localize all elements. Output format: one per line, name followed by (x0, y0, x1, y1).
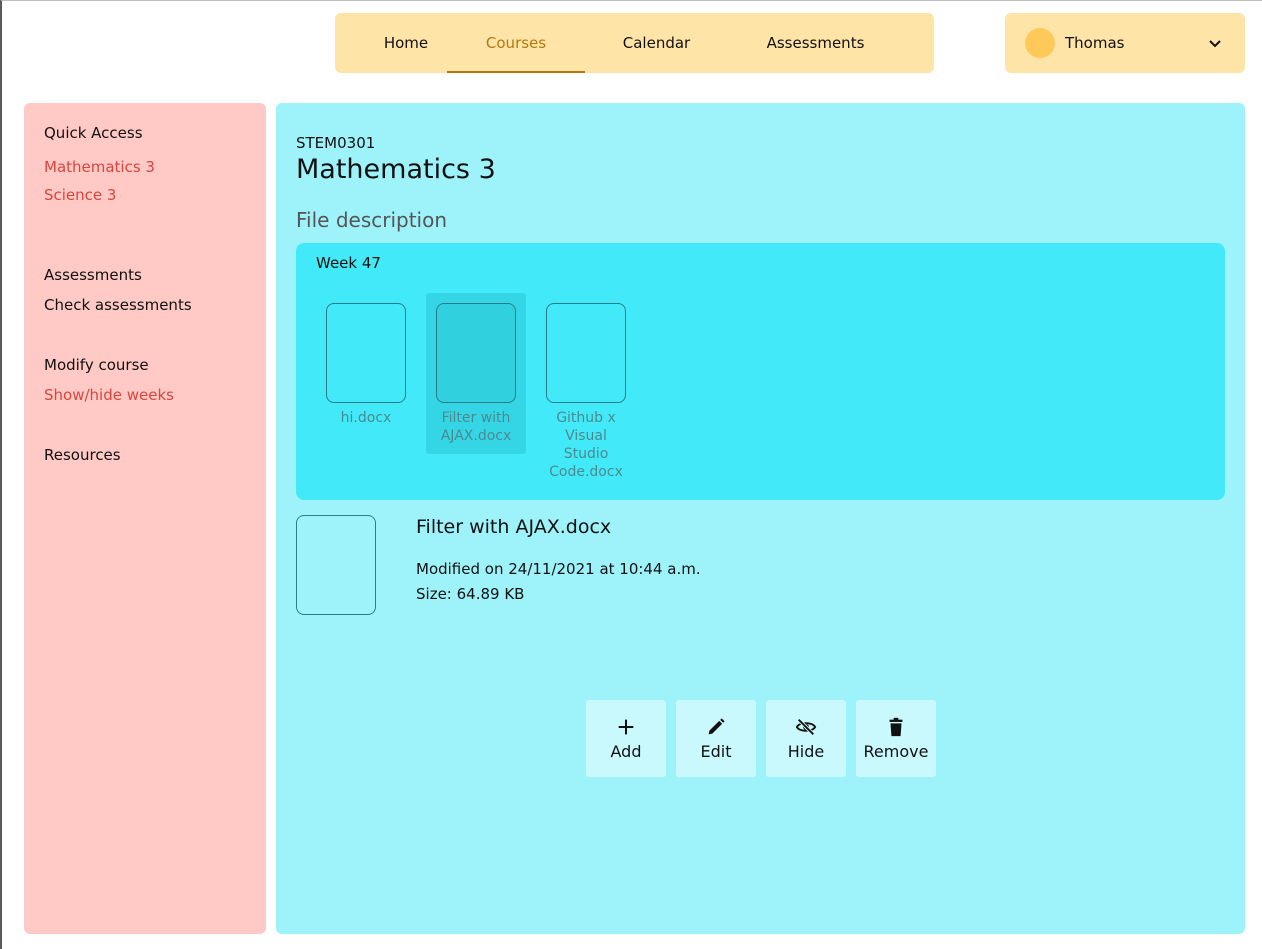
selected-file-size: Size: 64.89 KB (416, 585, 525, 603)
top-nav: Home Courses Calendar Assessments (335, 13, 934, 73)
week-title: Week 47 (316, 254, 381, 272)
trash-icon (889, 717, 903, 737)
week-panel: Week 47 hi.docx Filter with AJAX.docx Gi… (296, 243, 1225, 500)
sidebar-item-mathematics-3[interactable]: Mathematics 3 (44, 157, 246, 177)
edit-button-label: Edit (700, 742, 732, 761)
tab-calendar[interactable]: Calendar (585, 13, 728, 73)
file-description-heading: File description (296, 208, 448, 232)
sidebar-item-show-hide-weeks[interactable]: Show/hide weeks (44, 385, 246, 405)
course-code: STEM0301 (296, 134, 376, 152)
assessments-heading: Assessments (44, 266, 142, 284)
tab-assessments[interactable]: Assessments (728, 13, 903, 73)
file-thumbnail (326, 303, 406, 403)
eye-off-icon (795, 718, 817, 736)
user-menu[interactable]: Thomas (1005, 13, 1245, 73)
selected-file-thumbnail (296, 515, 376, 615)
selected-file-modified: Modified on 24/11/2021 at 10:44 a.m. (416, 560, 701, 578)
file-name: Github x Visual Studio Code.docx (549, 410, 623, 480)
file-thumbnail (436, 303, 516, 403)
sidebar-item-resources[interactable]: Resources (44, 445, 246, 465)
file-tile[interactable]: Github x Visual Studio Code.docx (536, 293, 636, 480)
file-thumbnail (546, 303, 626, 403)
sidebar-item-science-3[interactable]: Science 3 (44, 185, 246, 205)
file-tile-selected[interactable]: Filter with AJAX.docx (426, 293, 526, 454)
file-tile[interactable]: hi.docx (316, 293, 416, 454)
main-content: STEM0301 Mathematics 3 File description … (276, 103, 1245, 934)
remove-button-label: Remove (863, 742, 929, 761)
add-button-label: Add (610, 742, 642, 761)
selected-file-name: Filter with AJAX.docx (416, 516, 612, 538)
avatar (1025, 28, 1055, 58)
tab-home[interactable]: Home (365, 13, 447, 73)
plus-icon (618, 719, 634, 735)
sidebar: Quick Access Mathematics 3 Science 3 Ass… (24, 103, 266, 934)
add-button[interactable]: Add (586, 700, 666, 777)
user-name: Thomas (1065, 34, 1125, 52)
hide-button-label: Hide (787, 742, 825, 761)
hide-button[interactable]: Hide (766, 700, 846, 777)
modify-course-heading: Modify course (44, 356, 149, 374)
page-title: Mathematics 3 (296, 154, 496, 185)
tab-courses[interactable]: Courses (447, 13, 585, 73)
edit-button[interactable]: Edit (676, 700, 756, 777)
file-actions: Add Edit Hide Remove (586, 700, 936, 777)
file-name: Filter with AJAX.docx (440, 410, 512, 444)
sidebar-item-check-assessments[interactable]: Check assessments (44, 295, 246, 315)
pencil-icon (708, 718, 725, 735)
file-name: hi.docx (340, 410, 392, 426)
remove-button[interactable]: Remove (856, 700, 936, 777)
chevron-down-icon (1209, 40, 1221, 48)
quick-access-heading: Quick Access (44, 124, 143, 142)
